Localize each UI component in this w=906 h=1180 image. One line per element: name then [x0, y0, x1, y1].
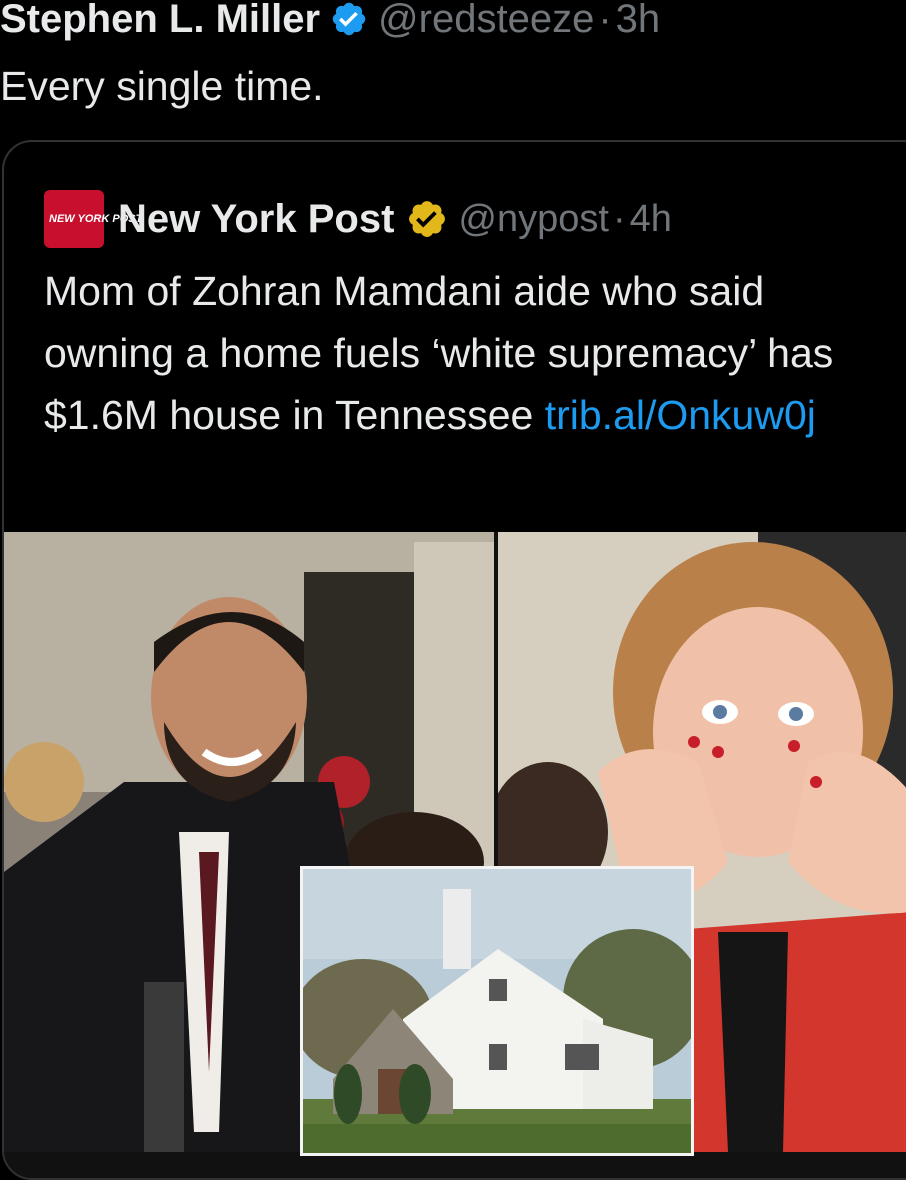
tweet-header: Stephen L. Miller @redsteeze · 3h [0, 0, 660, 52]
avatar[interactable]: NEW YORK POST [44, 190, 143, 248]
photo-house-inset[interactable] [300, 866, 694, 1156]
gold-check-icon[interactable] [406, 198, 448, 240]
separator-dot: · [598, 0, 612, 41]
tweet-timestamp[interactable]: 3h [616, 0, 661, 52]
tweet-text: Every single time. [0, 63, 324, 109]
quote-timestamp[interactable]: 4h [630, 198, 672, 241]
avatar-logo-text: NEW YORK POST [49, 212, 143, 225]
quote-header: NEW YORK POST New York Post @nypost · 4h [44, 190, 672, 248]
quote-media[interactable] [4, 532, 906, 1178]
quote-author-name[interactable]: New York Post [118, 197, 394, 242]
quote-link[interactable]: trib.al/​Onkuw0j [545, 392, 816, 438]
separator-dot: · [612, 197, 626, 240]
quoted-tweet-card[interactable]: NEW YORK POST New York Post @nypost · 4h… [2, 140, 906, 1180]
quote-text: Mom of Zohran Mamdani aide who said owni… [44, 260, 904, 446]
quote-author-handle[interactable]: @nypost [458, 198, 609, 241]
blue-check-icon[interactable] [330, 0, 368, 38]
author-name[interactable]: Stephen L. Miller [0, 0, 320, 52]
author-handle[interactable]: @redsteeze [378, 0, 594, 52]
